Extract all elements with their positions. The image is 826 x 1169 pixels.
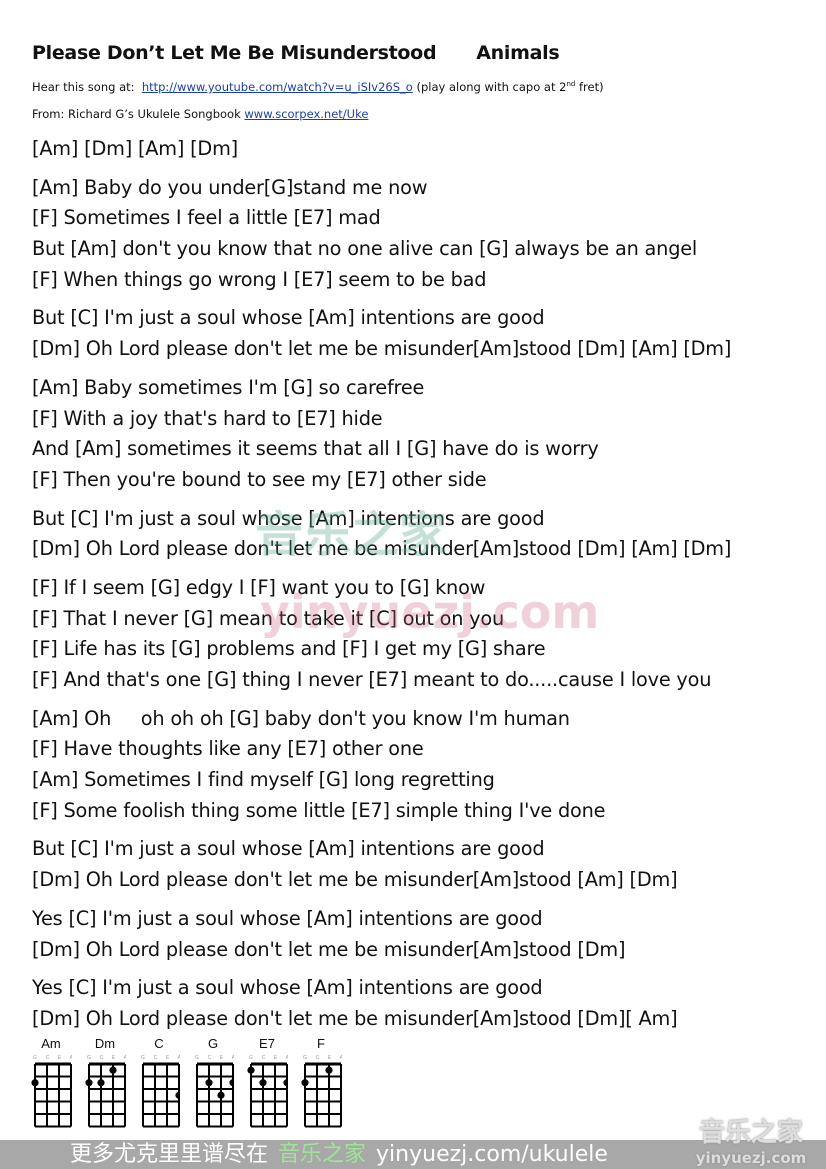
hear-label: Hear this song at:: [32, 80, 135, 94]
finger-dot: [259, 1079, 267, 1087]
hear-line: Hear this song at: http://www.youtube.co…: [32, 80, 604, 94]
string-labels: G C E A: [249, 1055, 288, 1061]
lyric-line: [Dm] Oh Lord please don't let me be misu…: [32, 337, 732, 361]
lyric-line: [F] With a joy that's hard to [E7] hide: [32, 406, 383, 430]
lyric-line: [F] Have thoughts like any [E7] other on…: [32, 737, 424, 761]
lyric-line: [F] Life has its [G] problems and [F] I …: [32, 637, 546, 661]
finger-dot: [175, 1091, 183, 1099]
chord-diagram-e7: E7 G C E A: [246, 1036, 291, 1133]
lyric-line: And [Am] sometimes it seems that all I […: [32, 437, 599, 461]
song-sheet: Please Don’t Let Me Be Misunderstood Anim…: [0, 0, 826, 1169]
site-logo: 音乐之家 yinyuezj.com: [686, 1112, 816, 1167]
chord-diagram-am: Am G C E A: [30, 1036, 74, 1133]
chord-diagram-dm: Dm G C E A: [84, 1036, 128, 1133]
from-label: From: Richard G’s Ukulele Songbook: [32, 107, 241, 121]
finger-dot: [217, 1091, 225, 1099]
footer-text: 更多尤克里里谱尽在: [70, 1142, 269, 1167]
chord-grid: G C E A: [301, 1055, 344, 1128]
string-labels: G C E A: [141, 1055, 180, 1061]
chord-grid: G C E A: [195, 1055, 237, 1128]
lyric-line: [F] That I never [G] mean to take it [C]…: [32, 606, 505, 630]
chord-name: F: [317, 1036, 325, 1051]
stanza: But [C] I'm just a soul whose [Am] inten…: [32, 834, 731, 895]
finger-dot: [85, 1079, 93, 1087]
finger-dot: [283, 1079, 291, 1087]
lyric-line: [F] Sometimes I feel a little [E7] mad: [32, 206, 381, 230]
finger-dot: [109, 1066, 117, 1074]
footer-url: yinyuezj.com/ukulele: [376, 1142, 608, 1167]
chord-diagram-f: F G C E A: [300, 1036, 344, 1133]
lyric-line: But [C] I'm just a soul whose [Am] inten…: [32, 506, 545, 530]
lyric-line: [F] If I seem [G] edgy I [F] want you to…: [32, 575, 486, 599]
song-title-row: Please Don’t Let Me Be Misunderstood Anim…: [32, 42, 560, 64]
chord-name: E7: [259, 1036, 275, 1051]
finger-dot: [31, 1079, 39, 1087]
stanza: [F] If I seem [G] edgy I [F] want you to…: [32, 573, 731, 696]
songbook-link[interactable]: www.scorpex.net/Uke: [244, 107, 368, 121]
lyric-line: [F] Then you're bound to see my [E7] oth…: [32, 467, 487, 491]
chord-grid: G C E A: [247, 1055, 291, 1128]
stanza: [Am] Baby do you under[G]stand me now [F]…: [32, 173, 731, 296]
lyric-line: [Dm] Oh Lord please don't let me be misu…: [32, 1006, 678, 1030]
capo-note-end: fret): [575, 80, 604, 94]
chord-grid: G C E A: [31, 1055, 74, 1128]
finger-dot: [229, 1079, 237, 1087]
youtube-link[interactable]: http://www.youtube.com/watch?v=u_iSIv26S…: [142, 80, 413, 94]
from-line: From: Richard G’s Ukulele Songbook www.s…: [32, 107, 368, 121]
chord-grid: G C E A: [85, 1055, 128, 1128]
lyric-line: [Dm] Oh Lord please don't let me be misu…: [32, 937, 626, 961]
stanza: [Am] Baby sometimes I'm [G] so carefree […: [32, 373, 731, 496]
string-labels: G C E A: [87, 1055, 126, 1061]
lyric-line: [F] And that's one [G] thing I never [E7…: [32, 668, 712, 691]
lyric-line: [Am] Sometimes I find myself [G] long re…: [32, 768, 495, 792]
lyric-line: Yes [C] I'm just a soul whose [Am] inten…: [32, 906, 543, 930]
finger-dot: [301, 1079, 309, 1087]
chord-diagrams: Am G C E A Dm G C E A C G C E A G G C E A E7 G C …: [30, 1036, 344, 1133]
chord-name: G: [207, 1036, 219, 1051]
capo-note: (play along with capo at 2: [416, 80, 567, 94]
lyric-line: [Am] Baby do you under[G]stand me now: [32, 175, 428, 199]
lyric-line: [Dm] Oh Lord please don't let me be misu…: [32, 868, 678, 892]
lyric-line: [Am] Baby sometimes I'm [G] so carefree: [32, 375, 425, 399]
stanza: Yes [C] I'm just a soul whose [Am] inten…: [32, 973, 731, 1034]
lyrics: [Am] [Dm] [Am] [Dm] [Am] Baby do you unde…: [32, 134, 731, 1043]
chord-name: Am: [41, 1036, 61, 1051]
lyric-line: Yes [C] I'm just a soul whose [Am] inten…: [32, 976, 543, 1000]
stanza: Yes [C] I'm just a soul whose [Am] inten…: [32, 904, 731, 965]
artist: Animals: [476, 42, 560, 64]
chord-name: C: [154, 1036, 164, 1051]
stanza: But [C] I'm just a soul whose [Am] inten…: [32, 504, 731, 565]
finger-dot: [97, 1079, 105, 1087]
string-labels: G C E A: [33, 1055, 72, 1061]
footer-brand: 音乐之家: [278, 1142, 367, 1167]
lyric-line: [Am] Oh oh oh oh [G] baby don't you know…: [32, 706, 570, 730]
lyric-line: But [C] I'm just a soul whose [Am] inten…: [32, 837, 545, 861]
song-title: Please Don’t Let Me Be Misunderstood: [32, 42, 437, 64]
lyric-line: But [Am] don't you know that no one aliv…: [32, 237, 698, 261]
finger-dot: [325, 1066, 333, 1074]
logo-cn: 音乐之家: [698, 1118, 803, 1148]
string-labels: G C E A: [303, 1055, 342, 1061]
chord-diagram-g: G G C E A: [192, 1036, 237, 1133]
lyric-line: [Am] [Dm] [Am] [Dm]: [32, 137, 238, 160]
capo-note-sup: nd: [566, 80, 576, 89]
finger-dot: [205, 1079, 213, 1087]
string-labels: G C E A: [195, 1055, 234, 1061]
stanza: But [C] I'm just a soul whose [Am] inten…: [32, 303, 731, 364]
chord-diagram-c: C G C E A: [138, 1036, 183, 1133]
stanza: [Am] Oh oh oh oh [G] baby don't you know…: [32, 704, 731, 827]
stanza: [Am] [Dm] [Am] [Dm]: [32, 134, 731, 165]
chord-name: Dm: [94, 1036, 116, 1051]
logo-en: yinyuezj.com: [695, 1149, 807, 1167]
lyric-line: [F] When things go wrong I [E7] seem to …: [32, 267, 487, 291]
lyric-line: [F] Some foolish thing some little [E7] …: [32, 798, 606, 822]
lyric-line: But [C] I'm just a soul whose [Am] inten…: [32, 306, 545, 330]
chord-grid: G C E A: [141, 1055, 183, 1128]
finger-dot: [247, 1066, 255, 1074]
lyric-line: [Dm] Oh Lord please don't let me be misu…: [32, 537, 732, 561]
